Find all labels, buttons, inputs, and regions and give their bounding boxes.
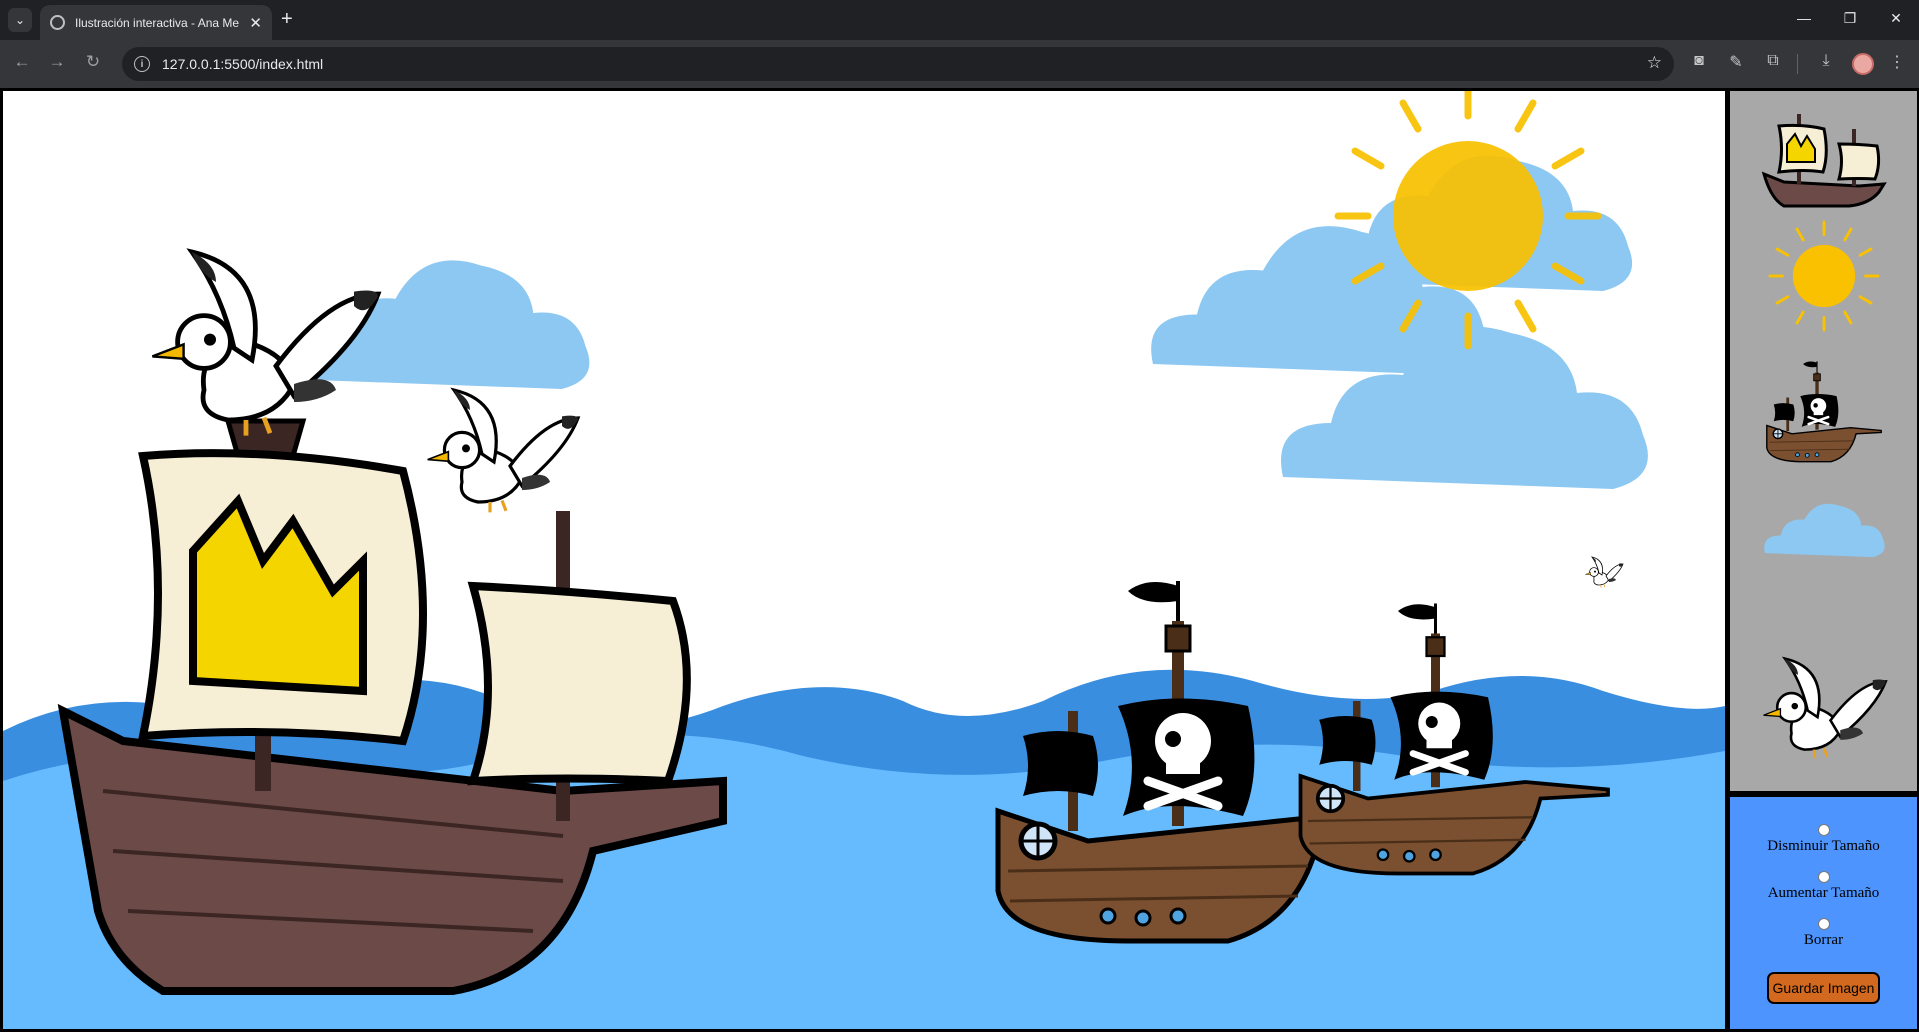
kebab-menu-icon[interactable]: ⋮ bbox=[1886, 52, 1908, 72]
globe-icon bbox=[50, 15, 65, 30]
increase-size-label: Aumentar Tamaño bbox=[1767, 885, 1880, 901]
palette-pirate-ship[interactable] bbox=[1730, 341, 1917, 481]
seagull-medium[interactable] bbox=[426, 388, 580, 515]
close-window-icon[interactable]: ✕ bbox=[1886, 10, 1906, 27]
erase-option[interactable]: Borrar bbox=[1730, 918, 1917, 949]
increase-size-option[interactable]: Aumentar Tamaño bbox=[1730, 871, 1917, 902]
tab-search-icon[interactable]: ⌄ bbox=[8, 8, 32, 32]
increase-size-radio[interactable] bbox=[1817, 871, 1830, 883]
tab-bar: ⌄ Ilustración interactiva - Ana Me ✕ + —… bbox=[0, 0, 1919, 40]
forward-icon[interactable]: → bbox=[45, 52, 69, 72]
browser-toolbar: ← → ↻ i 127.0.0.1:5500/index.html ☆ ◙ ✎ … bbox=[0, 40, 1919, 88]
erase-radio[interactable] bbox=[1817, 918, 1830, 930]
close-icon[interactable]: ✕ bbox=[249, 14, 262, 32]
download-icon[interactable]: ⤓ bbox=[1815, 52, 1837, 70]
toolbar-divider bbox=[1797, 54, 1798, 74]
palette-sun[interactable] bbox=[1730, 216, 1917, 336]
star-icon[interactable]: ☆ bbox=[1647, 53, 1662, 73]
page-viewport: Disminuir Tamaño Aumentar Tamaño Borrar … bbox=[0, 88, 1919, 1032]
tab-active[interactable]: Ilustración interactiva - Ana Me ✕ bbox=[40, 5, 272, 40]
seagull-large[interactable] bbox=[152, 252, 378, 436]
save-image-button[interactable]: Guardar Imagen bbox=[1767, 972, 1880, 1004]
tool-controls: Disminuir Tamaño Aumentar Tamaño Borrar … bbox=[1730, 797, 1917, 1029]
avatar[interactable] bbox=[1852, 53, 1874, 75]
address-bar[interactable]: i 127.0.0.1:5500/index.html ☆ bbox=[122, 47, 1674, 81]
reload-icon[interactable]: ↻ bbox=[81, 52, 105, 72]
restore-icon[interactable]: ❐ bbox=[1840, 10, 1860, 27]
image-palette bbox=[1730, 91, 1917, 791]
erase-label: Borrar bbox=[1803, 932, 1844, 948]
palette-seagull[interactable] bbox=[1730, 651, 1917, 766]
decrease-size-label: Disminuir Tamaño bbox=[1767, 838, 1880, 854]
back-icon[interactable]: ← bbox=[10, 52, 34, 72]
decrease-size-radio[interactable] bbox=[1817, 824, 1830, 836]
camera-icon[interactable]: ◙ bbox=[1688, 52, 1710, 70]
extensions-icon[interactable]: ⧉ bbox=[1762, 52, 1784, 70]
tab-title: Ilustración interactiva - Ana Me bbox=[75, 15, 240, 30]
decrease-size-option[interactable]: Disminuir Tamaño bbox=[1730, 824, 1917, 855]
plus-icon[interactable]: + bbox=[281, 8, 293, 30]
palette-cloud[interactable] bbox=[1730, 486, 1917, 576]
info-icon[interactable]: i bbox=[134, 56, 150, 72]
eyedropper-icon[interactable]: ✎ bbox=[1725, 52, 1747, 72]
drawing-canvas[interactable] bbox=[3, 91, 1725, 1029]
url-text: 127.0.0.1:5500/index.html bbox=[162, 56, 324, 72]
seagull-small[interactable] bbox=[1585, 556, 1624, 588]
minimize-icon[interactable]: — bbox=[1794, 10, 1814, 26]
palette-royal-ship[interactable] bbox=[1730, 101, 1917, 211]
